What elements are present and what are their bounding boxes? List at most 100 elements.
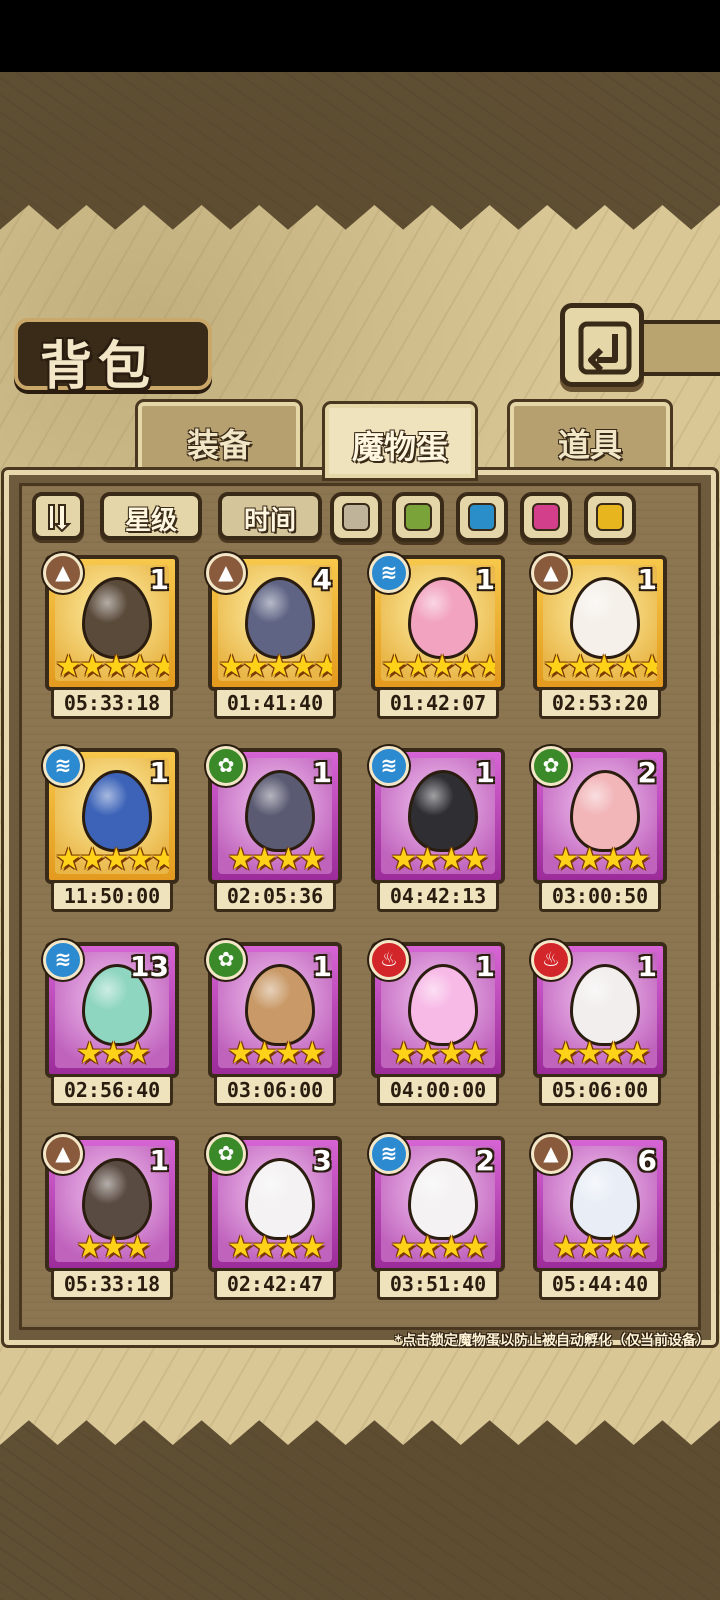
sort-by-stars-button[interactable]: 星级 <box>100 492 202 540</box>
tab-items[interactable]: 道具 <box>507 399 673 475</box>
hatch-timer: 04:42:13 <box>377 880 499 912</box>
egg-count: 2 <box>475 1144 495 1177</box>
hatch-timer: 02:42:47 <box>214 1268 336 1300</box>
egg-count: 1 <box>149 756 169 789</box>
sort-order-button[interactable] <box>32 492 84 540</box>
egg-slot[interactable]: ★★★★ 1 ≋ 04:42:13 <box>369 746 505 913</box>
egg-slot[interactable]: ★★★★ 2 ✿ 03:00:50 <box>531 746 667 913</box>
water-element-icon: ≋ <box>369 746 409 786</box>
tab-equipment-label: 装备 <box>186 426 251 464</box>
rarity-color-swatch <box>596 503 624 531</box>
egg-slot[interactable]: ★★★★★ 1 ▲ 02:53:20 <box>531 553 667 720</box>
water-element-icon: ≋ <box>369 1134 409 1174</box>
egg-card[interactable]: ★★★ 1 ▲ <box>43 1134 179 1272</box>
monster-egg-icon <box>245 1158 315 1240</box>
egg-count: 6 <box>637 1144 657 1177</box>
sort-by-time-button[interactable]: 时间 <box>218 492 322 540</box>
egg-card[interactable]: ★★★★ 2 ≋ <box>369 1134 505 1272</box>
monster-egg-icon <box>245 770 315 852</box>
star-rating: ★★★★ <box>552 1230 651 1263</box>
egg-card[interactable]: ★★★★ 1 ✿ <box>206 746 342 884</box>
egg-card[interactable]: ★★★★ 1 ≋ <box>369 746 505 884</box>
egg-slot[interactable]: ★★★★★ 1 ▲ 05:33:18 <box>43 553 179 720</box>
egg-slot[interactable]: ★★★★★ 4 ▲ 01:41:40 <box>206 553 342 720</box>
star-rating: ★★★★★ <box>55 842 169 875</box>
egg-card[interactable]: ★★★ 13 ≋ <box>43 940 179 1078</box>
egg-card[interactable]: ★★★★ 1 ♨ <box>531 940 667 1078</box>
egg-card[interactable]: ★★★★★ 4 ▲ <box>206 553 342 691</box>
page-title-plate: 背包 <box>14 318 212 397</box>
monster-egg-icon <box>408 964 478 1046</box>
fire-element-icon: ♨ <box>531 940 571 980</box>
hatch-timer: 04:00:00 <box>377 1074 499 1106</box>
monster-egg-icon <box>245 577 315 659</box>
monster-egg-icon <box>570 770 640 852</box>
tab-equipment[interactable]: 装备 <box>135 399 303 475</box>
hatch-timer: 03:00:50 <box>539 880 661 912</box>
egg-count: 1 <box>312 756 332 789</box>
rarity-filter-chip[interactable] <box>456 492 508 542</box>
hatch-timer: 02:05:36 <box>214 880 336 912</box>
egg-slot[interactable]: ★★★★ 1 ♨ 05:06:00 <box>531 940 667 1107</box>
egg-card[interactable]: ★★★★★ 1 ▲ <box>43 553 179 691</box>
egg-slot[interactable]: ★★★★ 1 ✿ 03:06:00 <box>206 940 342 1107</box>
hatch-timer: 03:51:40 <box>377 1268 499 1300</box>
star-rating: ★★★ <box>76 1230 151 1263</box>
egg-card[interactable]: ★★★★★ 1 ▲ <box>531 553 667 691</box>
monster-egg-icon <box>408 577 478 659</box>
egg-slot[interactable]: ★★★★ 6 ▲ 05:44:40 <box>531 1134 667 1301</box>
egg-slot[interactable]: ★★★★★ 1 ≋ 01:42:07 <box>369 553 505 720</box>
earth-element-icon: ▲ <box>43 1134 83 1174</box>
monster-egg-icon <box>408 770 478 852</box>
egg-slot[interactable]: ★★★ 1 ▲ 05:33:18 <box>43 1134 179 1301</box>
egg-count: 1 <box>637 563 657 596</box>
lock-hint-note: *点击锁定魔物蛋以防止被自动孵化（仅当前设备） <box>394 1333 710 1349</box>
tab-monster-eggs[interactable]: 魔物蛋 <box>322 401 478 481</box>
back-button[interactable] <box>560 303 644 387</box>
hatch-timer: 01:41:40 <box>214 687 336 719</box>
rarity-color-swatch <box>468 503 496 531</box>
monster-egg-icon <box>570 964 640 1046</box>
star-rating: ★★★★ <box>227 842 326 875</box>
monster-egg-icon <box>82 1158 152 1240</box>
earth-element-icon: ▲ <box>531 553 571 593</box>
egg-slot[interactable]: ★★★ 13 ≋ 02:56:40 <box>43 940 179 1107</box>
egg-card[interactable]: ★★★★ 2 ✿ <box>531 746 667 884</box>
rarity-filter-chip[interactable] <box>520 492 572 542</box>
egg-card[interactable]: ★★★★ 3 ✿ <box>206 1134 342 1272</box>
hatch-timer: 11:50:00 <box>51 880 173 912</box>
back-arrow-icon <box>578 321 632 375</box>
star-rating: ★★★★★ <box>381 649 495 682</box>
egg-slot[interactable]: ★★★★ 1 ✿ 02:05:36 <box>206 746 342 913</box>
egg-card[interactable]: ★★★★ 6 ▲ <box>531 1134 667 1272</box>
egg-count: 4 <box>312 563 332 596</box>
egg-slot[interactable]: ★★★★ 2 ≋ 03:51:40 <box>369 1134 505 1301</box>
egg-slot[interactable]: ★★★★ 1 ♨ 04:00:00 <box>369 940 505 1107</box>
egg-count: 1 <box>475 950 495 983</box>
egg-card[interactable]: ★★★★ 1 ✿ <box>206 940 342 1078</box>
star-rating: ★★★★★ <box>218 649 332 682</box>
egg-slot[interactable]: ★★★★ 3 ✿ 02:42:47 <box>206 1134 342 1301</box>
star-rating: ★★★ <box>76 1036 151 1069</box>
rarity-filter-chip[interactable] <box>584 492 636 542</box>
rarity-color-swatch <box>342 503 370 531</box>
hatch-timer: 02:56:40 <box>51 1074 173 1106</box>
rarity-filter-chip[interactable] <box>392 492 444 542</box>
egg-card[interactable]: ★★★★★ 1 ≋ <box>369 553 505 691</box>
hatch-timer: 05:33:18 <box>51 1268 173 1300</box>
earth-element-icon: ▲ <box>531 1134 571 1174</box>
rarity-color-swatch <box>532 503 560 531</box>
water-element-icon: ≋ <box>43 940 83 980</box>
egg-count: 1 <box>475 563 495 596</box>
rarity-color-swatch <box>404 503 432 531</box>
rarity-filter-chip[interactable] <box>330 492 382 542</box>
monster-egg-icon <box>82 577 152 659</box>
egg-count: 13 <box>130 950 169 983</box>
egg-card[interactable]: ★★★★★ 1 ≋ <box>43 746 179 884</box>
hatch-timer: 02:53:20 <box>539 687 661 719</box>
monster-egg-icon <box>245 964 315 1046</box>
star-rating: ★★★★ <box>390 1036 489 1069</box>
egg-card[interactable]: ★★★★ 1 ♨ <box>369 940 505 1078</box>
egg-slot[interactable]: ★★★★★ 1 ≋ 11:50:00 <box>43 746 179 913</box>
monster-egg-icon <box>82 770 152 852</box>
